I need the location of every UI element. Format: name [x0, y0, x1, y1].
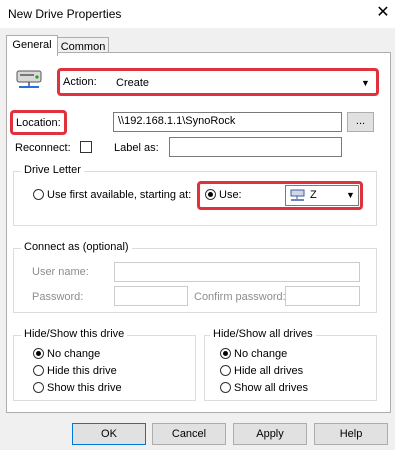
location-input[interactable]: \\192.168.1.1\SynoRock [113, 112, 342, 132]
apply-button[interactable]: Apply [233, 423, 307, 445]
drive-letter-title: Drive Letter [21, 164, 84, 176]
reconnect-label: Reconnect: [15, 142, 71, 154]
drive-letter-value: Z [310, 189, 317, 201]
hide-all-drives-label: Hide all drives [234, 365, 304, 377]
hide-show-all-title: Hide/Show all drives [210, 328, 316, 340]
network-drive-icon [15, 68, 45, 92]
password-label: Password: [32, 291, 84, 303]
first-available-label: Use first available, starting at: [47, 189, 192, 201]
ok-button[interactable]: OK [72, 423, 146, 445]
username-label: User name: [32, 266, 89, 278]
window-title: New Drive Properties [8, 7, 122, 21]
chevron-down-icon: ▼ [361, 78, 370, 88]
show-all-drives-radio[interactable] [220, 382, 231, 393]
confirm-password-label: Confirm password: [194, 291, 286, 303]
use-radio[interactable] [205, 189, 216, 200]
show-this-drive-label: Show this drive [47, 382, 122, 394]
chevron-down-icon: ▼ [346, 190, 355, 200]
tab-general[interactable]: General [6, 35, 58, 56]
action-value: Create [116, 77, 150, 89]
show-this-drive-radio[interactable] [33, 382, 44, 393]
cancel-button[interactable]: Cancel [152, 423, 226, 445]
browse-button[interactable]: ... [347, 112, 374, 132]
hide-this-drive-radio[interactable] [33, 365, 44, 376]
all-no-change-label: No change [234, 348, 288, 360]
label-as-input[interactable] [169, 137, 342, 157]
location-label: Location: [16, 117, 61, 129]
show-all-drives-label: Show all drives [234, 382, 308, 394]
username-input[interactable] [114, 262, 360, 282]
all-no-change-radio[interactable] [220, 348, 231, 359]
first-available-radio[interactable] [33, 189, 44, 200]
hide-all-drives-radio[interactable] [220, 365, 231, 376]
hide-show-drive-title: Hide/Show this drive [21, 328, 128, 340]
confirm-password-input[interactable] [285, 286, 360, 306]
drive-no-change-radio[interactable] [33, 348, 44, 359]
use-label: Use: [219, 189, 242, 201]
action-dropdown[interactable]: Create ▼ [113, 73, 375, 93]
drive-letter-dropdown[interactable]: Z ▼ [285, 185, 359, 206]
help-button[interactable]: Help [314, 423, 388, 445]
connect-as-title: Connect as (optional) [21, 241, 132, 253]
reconnect-checkbox[interactable] [80, 141, 92, 153]
label-as-label: Label as: [114, 142, 159, 154]
drive-no-change-label: No change [47, 348, 101, 360]
hide-this-drive-label: Hide this drive [47, 365, 117, 377]
password-input[interactable] [114, 286, 188, 306]
action-label: Action: [63, 76, 97, 88]
drive-letter-icon [290, 189, 306, 205]
close-icon[interactable]: ✕ [371, 2, 395, 24]
